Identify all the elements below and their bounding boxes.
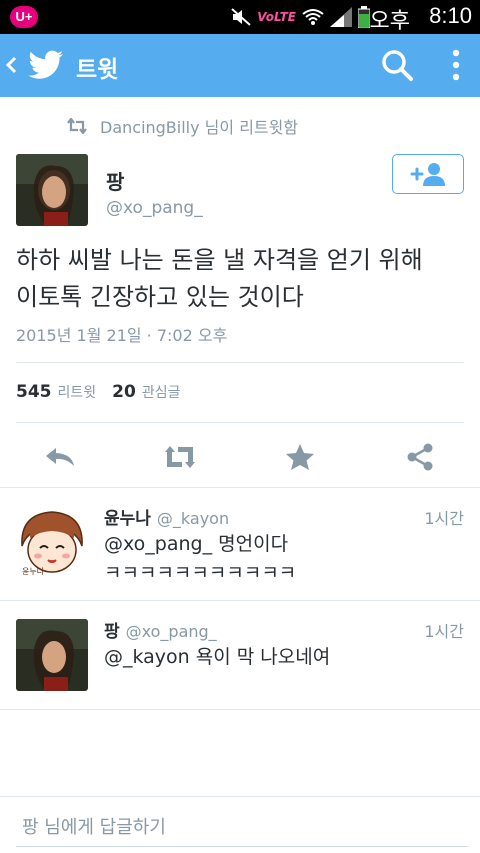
back-button[interactable] [4, 50, 24, 80]
follow-button[interactable] [392, 154, 464, 194]
reply-text: @xo_pang_ 명언이다 ㅋㅋㅋㅋㅋㅋㅋㅋㅋㅋㅋ [104, 530, 464, 588]
retweet-count-label[interactable]: 리트윗 [58, 382, 97, 402]
list-item[interactable]: 팡 @xo_pang_ 1시간 @_kayon 욕이 막 나오네여 [0, 601, 480, 709]
twitter-bird-icon [28, 50, 63, 79]
favorite-count[interactable]: 20 [112, 382, 136, 402]
status-bar: U+ VoLTE 오후 8:10 [0, 0, 480, 34]
svg-text:윤누나: 윤누나 [22, 567, 45, 576]
star-icon [286, 444, 314, 470]
favorite-count-label[interactable]: 관심글 [142, 382, 181, 402]
reply-timestamp: 1시간 [424, 622, 464, 641]
reply-author-name: 팡 [104, 622, 120, 642]
status-icons: VoLTE [231, 6, 370, 28]
back-icon [5, 56, 17, 74]
follow-user-icon [410, 163, 445, 186]
tweet-timestamp: 2015년 1월 21일 · 7:02 오후 [16, 326, 228, 345]
reply-button[interactable] [44, 442, 76, 472]
reply-text-line: ㅋㅋㅋㅋㅋㅋㅋㅋㅋㅋㅋ [104, 562, 297, 584]
list-item[interactable]: 윤누나 윤누나 @_kayon 1시간 @xo_pang_ 명언이다 ㅋㅋㅋㅋㅋㅋ… [0, 488, 480, 600]
retweet-context-label: DancingBilly 님이 리트윗함 [100, 118, 299, 137]
overflow-menu-button[interactable] [446, 48, 466, 82]
share-button[interactable] [404, 442, 436, 472]
reply-input[interactable] [16, 809, 468, 847]
tweet-stats: 545 리트윗 20 관심글 [16, 382, 196, 402]
reply-text: @_kayon 욕이 막 나오네여 [104, 643, 464, 672]
avatar[interactable] [16, 619, 88, 691]
retweet-icon [67, 118, 87, 134]
search-icon [382, 50, 413, 81]
page-title: 트윗 [76, 57, 119, 83]
divider [16, 422, 464, 423]
favorite-button[interactable] [284, 442, 316, 472]
author-name[interactable]: 팡 [106, 166, 124, 195]
share-icon [407, 443, 433, 471]
reply-author[interactable]: 팡 @xo_pang_ [104, 617, 217, 642]
author-handle[interactable]: @xo_pang_ [106, 198, 203, 218]
reply-compose-bar [0, 796, 480, 853]
wifi-icon [302, 9, 324, 25]
avatar[interactable]: 윤누나 [16, 506, 88, 578]
retweet-icon [165, 446, 195, 468]
tweet-actions [0, 430, 480, 484]
signal-icon [330, 7, 352, 27]
status-time: 8:10 [429, 3, 472, 28]
tweet-text-line: 하하 씨발 나는 돈을 낼 자격을 얻기 위해 [16, 246, 423, 274]
volte-icon: VoLTE [257, 10, 296, 24]
tweet-text-line: 이토톡 긴장하고 있는 것이다 [16, 283, 304, 311]
home-logo-button[interactable] [28, 48, 64, 82]
tweet-text: 하하 씨발 나는 돈을 낼 자격을 얻기 위해 이토톡 긴장하고 있는 것이다 [16, 242, 466, 316]
reply-text-line: @xo_pang_ 명언이다 [104, 533, 289, 555]
reply-author[interactable]: 윤누나 @_kayon [104, 504, 229, 529]
reply-author-name: 윤누나 [104, 509, 151, 529]
action-bar: 트윗 [0, 34, 480, 97]
battery-icon [358, 6, 370, 28]
reply-text-line: @_kayon 욕이 막 나오네여 [104, 646, 331, 668]
search-button[interactable] [380, 48, 414, 82]
reply-author-handle: @xo_pang_ [125, 622, 217, 641]
avatar[interactable] [16, 154, 88, 226]
mute-icon [231, 8, 251, 26]
divider [16, 362, 464, 363]
retweet-count[interactable]: 545 [16, 382, 52, 402]
reply-timestamp: 1시간 [424, 509, 464, 528]
more-icon [452, 49, 460, 81]
retweet-button[interactable] [162, 442, 195, 472]
status-ampm: 오후 [369, 9, 410, 34]
divider [0, 709, 480, 710]
reply-icon [46, 448, 74, 466]
carrier-logo: U+ [10, 6, 38, 28]
reply-author-handle: @_kayon [156, 509, 230, 528]
retweet-context[interactable]: DancingBilly 님이 리트윗함 [66, 114, 298, 138]
